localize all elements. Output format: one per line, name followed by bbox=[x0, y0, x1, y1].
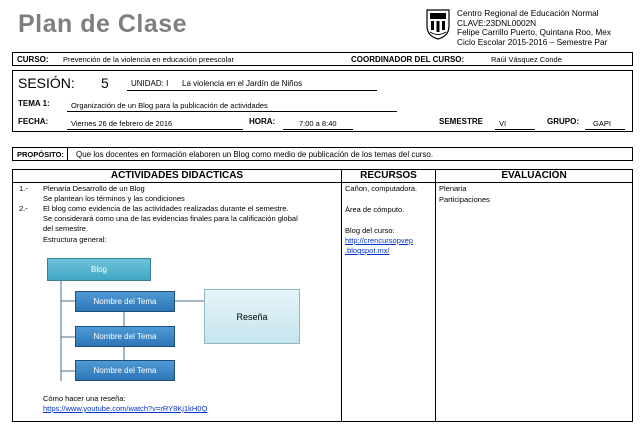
diagram-node-tema-2: Nombre del Tema bbox=[75, 326, 175, 347]
fecha-value: Viernes 26 de febrero de 2016 bbox=[71, 119, 173, 128]
unidad-underline bbox=[127, 90, 377, 91]
institution-info: Centro Regional de Educación Normal CLAV… bbox=[457, 8, 611, 47]
activity-item-1: 1.- Plenaria Desarrollo de un Blog Se pl… bbox=[13, 184, 340, 204]
review-label: Cómo hacer una reseña: bbox=[43, 394, 126, 403]
activity-item-2: 2.- El blog como evidencia de las activi… bbox=[13, 204, 340, 246]
grupo-label: GRUPO: bbox=[547, 117, 579, 126]
semestre-value: VI bbox=[499, 119, 507, 128]
coordinador-label: COORDINADOR DEL CURSO: bbox=[351, 55, 465, 64]
activity-item-2-line-1: El blog como evidencia de las actividade… bbox=[43, 204, 289, 213]
activity-item-2-number: 2.- bbox=[19, 204, 28, 213]
evaluacion-cell: Plenaria Participaciones bbox=[439, 184, 629, 205]
tema-underline bbox=[67, 111, 397, 112]
sesion-label: SESIÓN: bbox=[18, 75, 75, 91]
col-divider-2 bbox=[435, 170, 436, 421]
diagram-node-resena: Reseña bbox=[204, 289, 300, 344]
proposito-label-cell: PROPÓSITO: bbox=[13, 148, 68, 160]
semestre-underline bbox=[495, 129, 535, 130]
coordinador-value: Raúl Vásquez Conde bbox=[491, 55, 562, 64]
proposito-value: Que los docentes en formación elaboren u… bbox=[76, 150, 434, 159]
curso-row: CURSO: Prevención de la violencia en edu… bbox=[12, 52, 633, 66]
blog-link-line-1[interactable]: http://crencursopvep bbox=[345, 236, 433, 246]
tema-value: Organización de un Blog para la publicac… bbox=[71, 101, 268, 110]
curso-label: CURSO: bbox=[17, 55, 49, 64]
evaluacion-item-1: Plenaria bbox=[439, 184, 467, 193]
fecha-underline bbox=[67, 129, 243, 130]
proposito-row: PROPÓSITO: Que los docentes en formación… bbox=[12, 147, 633, 161]
grupo-underline bbox=[585, 129, 625, 130]
blog-link-line-2[interactable]: .blogspot.mx/ bbox=[345, 246, 433, 256]
activity-item-2-line-4: Estructura general: bbox=[43, 235, 107, 244]
review-section: Cómo hacer una reseña: https://www.youtu… bbox=[43, 394, 207, 414]
curso-value: Prevención de la violencia en educación … bbox=[63, 55, 234, 64]
fecha-label: FECHA: bbox=[18, 117, 49, 126]
evaluacion-item-2: Participaciones bbox=[439, 194, 490, 204]
sesion-value: 5 bbox=[101, 75, 109, 91]
institution-logo bbox=[425, 8, 451, 40]
header-evaluacion: EVALUACIÓN bbox=[501, 170, 567, 181]
col-divider-1 bbox=[341, 170, 342, 421]
page-title: Plan de Clase bbox=[18, 10, 188, 38]
diagram-node-tema-1: Nombre del Tema bbox=[75, 291, 175, 312]
activity-item-2-line-3: del semestre. bbox=[43, 224, 89, 233]
hora-label: HORA: bbox=[249, 117, 276, 126]
semestre-label: SEMESTRE bbox=[439, 117, 484, 126]
diagram-node-blog: Blog bbox=[47, 258, 151, 281]
review-video-link[interactable]: https://www.youtube.com/watch?v=rRY8Kj1k… bbox=[43, 404, 207, 413]
tema-label: TEMA 1: bbox=[18, 99, 50, 108]
header-actividades: ACTIVIDADES DIDÁCTICAS bbox=[110, 170, 244, 181]
unidad-value: La violencia en el Jardín de Niños bbox=[182, 79, 303, 88]
activities-table: ACTIVIDADES DIDÁCTICAS RECURSOS EVALUACI… bbox=[12, 169, 633, 422]
activity-item-2-line-2: Se considerará como una de las evidencia… bbox=[43, 214, 298, 223]
unidad-label: UNIDAD: I bbox=[131, 79, 169, 88]
activity-item-1-number: 1.- bbox=[19, 184, 28, 193]
hora-underline bbox=[283, 129, 353, 130]
activity-item-1-line-2: Se plantean los términos y las condicion… bbox=[43, 194, 185, 203]
activity-item-1-line-1: Plenaria Desarrollo de un Blog bbox=[43, 184, 145, 193]
institution-cycle: Ciclo Escolar 2015-2016 – Semestre Par bbox=[457, 36, 608, 47]
diagram-node-tema-3: Nombre del Tema bbox=[75, 360, 175, 381]
structure-diagram: Blog Nombre del Tema Nombre del Tema Nom… bbox=[13, 250, 340, 400]
session-block: SESIÓN: 5 UNIDAD: I La violencia en el J… bbox=[12, 70, 633, 132]
grupo-value: GAPI bbox=[593, 119, 611, 128]
recursos-line-2: Área de cómputo. bbox=[345, 205, 405, 214]
recursos-cell: Cañon, computadora. Área de cómputo. Blo… bbox=[345, 184, 433, 256]
header-recursos: RECURSOS bbox=[360, 170, 417, 181]
proposito-label: PROPÓSITO: bbox=[17, 150, 64, 159]
recursos-line-1: Cañon, computadora. bbox=[345, 184, 418, 193]
recursos-line-3: Blog del curso: bbox=[345, 226, 395, 235]
activities-cell: 1.- Plenaria Desarrollo de un Blog Se pl… bbox=[13, 184, 340, 246]
hora-value: 7:00 a 8:40 bbox=[299, 119, 337, 128]
